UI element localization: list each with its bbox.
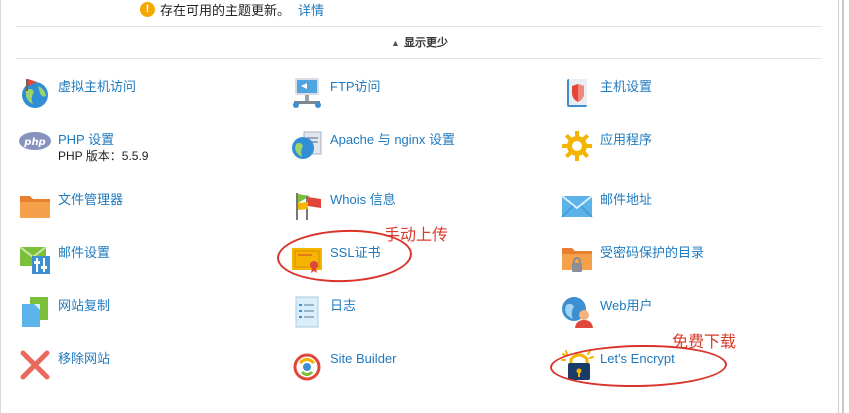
envelope-icon xyxy=(560,189,594,223)
tool-label: Site Builder xyxy=(330,351,397,366)
tool-host-settings[interactable]: 主机设置 xyxy=(560,76,652,110)
svg-text:php: php xyxy=(23,137,45,148)
tool-label: Apache 与 nginx 设置 xyxy=(330,132,456,147)
tool-label: 日志 xyxy=(330,298,357,313)
tool-label: Web用户 xyxy=(600,298,653,313)
theme-update-notice: ! 存在可用的主题更新。 详情 xyxy=(140,0,324,18)
folder-lock-icon xyxy=(560,242,594,276)
tool-website-copy[interactable]: 网站复制 xyxy=(18,295,110,329)
tool-label: 文件管理器 xyxy=(58,192,124,207)
php-icon: php xyxy=(18,129,52,163)
tool-virtual-host[interactable]: 虚拟主机访问 xyxy=(18,76,136,110)
ftp-icon xyxy=(290,76,324,110)
tool-label: 应用程序 xyxy=(600,132,653,147)
globe-flag-icon xyxy=(18,76,52,110)
tool-applications[interactable]: 应用程序 xyxy=(560,129,652,163)
tool-label: FTP访问 xyxy=(330,79,381,94)
scrollbar-edge xyxy=(842,0,844,413)
php-version-text: PHP 版本：5.5.9 xyxy=(58,149,149,163)
tool-whois[interactable]: Whois 信息 xyxy=(290,189,396,223)
notice-text: 存在可用的主题更新。 xyxy=(160,2,291,18)
copy-pages-icon xyxy=(18,295,52,329)
tool-php[interactable]: php PHP 设置 PHP 版本：5.5.9 xyxy=(18,129,148,164)
tool-label: Whois 信息 xyxy=(330,192,396,207)
tool-label: 主机设置 xyxy=(600,79,653,94)
chevron-up-icon: ▲ xyxy=(391,38,400,48)
show-less-label: 显示更少 xyxy=(403,37,448,49)
tool-site-builder[interactable]: Site Builder xyxy=(290,348,396,382)
shield-book-icon xyxy=(560,76,594,110)
tool-file-manager[interactable]: 文件管理器 xyxy=(18,189,123,223)
tool-label: 虚拟主机访问 xyxy=(58,79,137,94)
site-builder-icon xyxy=(290,348,324,382)
show-less-toggle[interactable]: ▲ 显示更少 xyxy=(0,34,839,50)
details-link[interactable]: 详情 xyxy=(298,0,324,19)
tool-label: 受密码保护的目录 xyxy=(600,245,705,260)
tool-ftp[interactable]: FTP访问 xyxy=(290,76,381,110)
divider-top xyxy=(16,26,822,27)
flags-icon xyxy=(290,189,324,223)
tool-web-users[interactable]: Web用户 xyxy=(560,295,653,329)
globe-user-icon xyxy=(560,295,594,329)
tool-label: 网站复制 xyxy=(58,298,111,313)
tool-protected-directories[interactable]: 受密码保护的目录 xyxy=(560,242,704,276)
frame-border-right xyxy=(838,0,839,413)
warning-icon: ! xyxy=(140,1,155,17)
log-document-icon xyxy=(290,295,324,329)
globe-document-icon xyxy=(290,129,324,163)
remove-x-icon xyxy=(18,348,52,382)
tool-mail-settings[interactable]: 邮件设置 xyxy=(18,242,110,276)
annotation-ellipse-ssl xyxy=(276,227,413,285)
tool-mail-address[interactable]: 邮件地址 xyxy=(560,189,652,223)
divider-below-toggle xyxy=(16,58,822,59)
tool-label: 移除网站 xyxy=(58,351,111,366)
tool-logs[interactable]: 日志 xyxy=(290,295,356,329)
tool-label: 邮件地址 xyxy=(600,192,653,207)
tool-apache-nginx[interactable]: Apache 与 nginx 设置 xyxy=(290,129,455,163)
folder-icon xyxy=(18,189,52,223)
envelope-sliders-icon xyxy=(18,242,52,276)
tool-remove-website[interactable]: 移除网站 xyxy=(18,348,110,382)
frame-border-left xyxy=(0,0,1,413)
gear-icon xyxy=(560,129,594,163)
tool-label: PHP 设置 xyxy=(58,132,115,147)
tool-label: 邮件设置 xyxy=(58,245,111,260)
